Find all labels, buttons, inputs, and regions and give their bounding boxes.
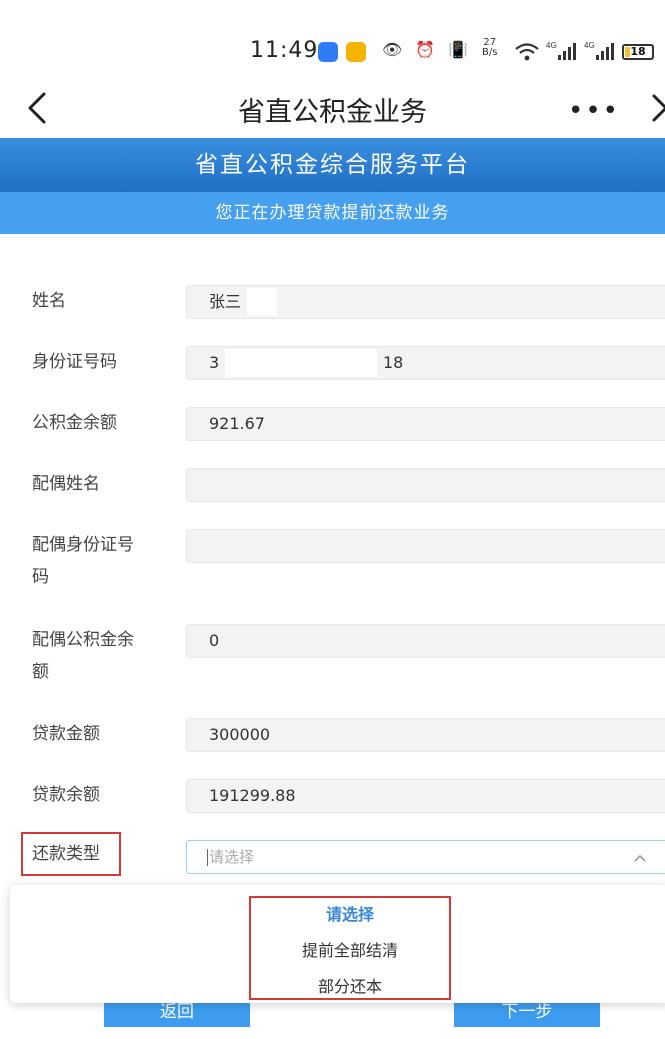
close-icon[interactable] bbox=[650, 88, 665, 128]
form-row-id-number: 身份证号码 3 18 bbox=[0, 346, 665, 380]
select-placeholder: 请选择 bbox=[209, 848, 255, 866]
wifi-icon bbox=[515, 43, 539, 61]
form-row-spouse-name: 配偶姓名 bbox=[0, 468, 665, 502]
spouse-id-field[interactable] bbox=[186, 529, 665, 563]
fund-balance-label: 公积金余额 bbox=[32, 413, 117, 433]
business-subtitle: 您正在办理贷款提前还款业务 bbox=[0, 192, 665, 234]
text-cursor bbox=[207, 849, 208, 866]
form-row-spouse-id: 配偶身份证号 码 bbox=[0, 529, 665, 599]
more-options-icon[interactable]: ••• bbox=[568, 96, 620, 126]
repayment-type-label: 还款类型 bbox=[21, 832, 121, 876]
battery-level: 18 bbox=[630, 45, 646, 58]
name-label: 姓名 bbox=[32, 291, 66, 311]
signal-icon: 4G bbox=[584, 41, 614, 60]
fund-balance-field[interactable]: 921.67 bbox=[186, 407, 665, 441]
form-row-fund-balance: 公积金余额 921.67 bbox=[0, 407, 665, 441]
app-notification-icon bbox=[318, 42, 338, 62]
form-row-loan-balance: 贷款余额 191299.88 bbox=[0, 779, 665, 813]
name-field[interactable]: 张三 bbox=[186, 285, 665, 319]
platform-banner: 省直公积金综合服务平台 bbox=[0, 138, 665, 192]
spouse-name-label: 配偶姓名 bbox=[32, 474, 100, 494]
signal-icon: 4G bbox=[546, 41, 576, 60]
status-icons: 👁 ⏰ 📳 bbox=[382, 40, 473, 59]
form-row-name: 姓名 张三 bbox=[0, 285, 665, 319]
privacy-mask bbox=[247, 288, 277, 316]
spouse-name-field[interactable] bbox=[186, 468, 665, 502]
spouse-fund-label: 配偶公积金余 额 bbox=[32, 630, 134, 682]
loan-amount-field[interactable]: 300000 bbox=[186, 718, 665, 752]
nav-bar: 省直公积金业务 ••• bbox=[0, 80, 665, 138]
privacy-mask bbox=[225, 349, 377, 377]
app-notification-icon bbox=[346, 42, 366, 62]
loan-balance-field[interactable]: 191299.88 bbox=[186, 779, 665, 813]
status-time: 11:49 bbox=[250, 38, 319, 63]
repayment-type-select[interactable]: 请选择 bbox=[186, 840, 665, 874]
option-full-settlement[interactable]: 提前全部结清 bbox=[249, 937, 451, 961]
page-title: 省直公积金业务 bbox=[238, 97, 427, 128]
status-bar: 11:49 👁 ⏰ 📳 27 B/s 4G 4G 18 bbox=[0, 0, 665, 80]
network-speed: 27 B/s bbox=[482, 37, 498, 58]
option-partial-principal[interactable]: 部分还本 bbox=[249, 973, 451, 997]
loan-amount-label: 贷款金额 bbox=[32, 724, 100, 744]
repayment-type-dropdown: 请选择 提前全部结清 部分还本 bbox=[10, 885, 665, 1003]
battery-icon: 18 bbox=[622, 44, 654, 60]
spouse-fund-field[interactable]: 0 bbox=[186, 624, 665, 658]
form-row-spouse-fund: 配偶公积金余 额 0 bbox=[0, 624, 665, 694]
loan-balance-label: 贷款余额 bbox=[32, 785, 100, 805]
chevron-up-icon[interactable] bbox=[633, 851, 647, 865]
id-number-field[interactable]: 3 18 bbox=[186, 346, 665, 380]
svg-text:4G: 4G bbox=[584, 41, 595, 50]
option-placeholder[interactable]: 请选择 bbox=[249, 901, 451, 925]
spouse-id-label: 配偶身份证号 码 bbox=[32, 535, 134, 587]
svg-text:4G: 4G bbox=[546, 41, 557, 50]
form-row-loan-amount: 贷款金额 300000 bbox=[0, 718, 665, 752]
id-number-label: 身份证号码 bbox=[32, 352, 117, 372]
